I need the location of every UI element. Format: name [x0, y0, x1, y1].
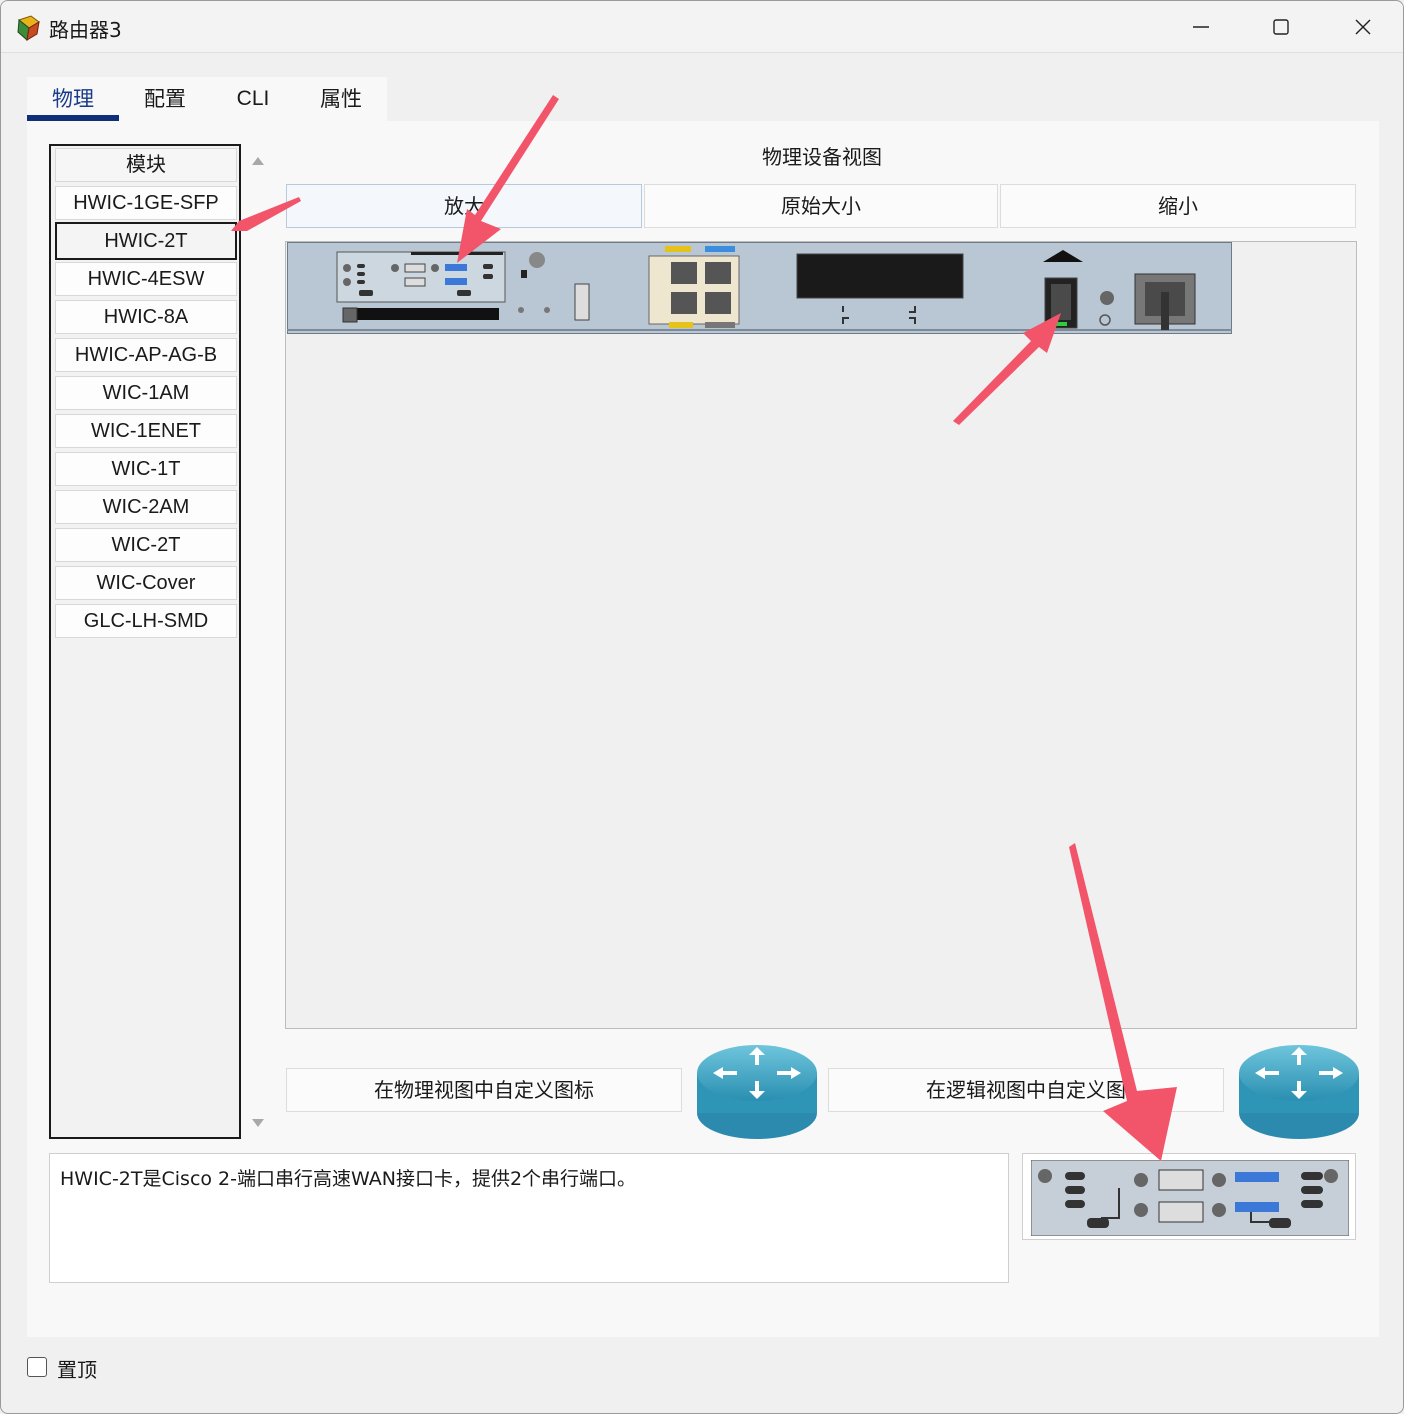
- scroll-down-icon[interactable]: [251, 1118, 265, 1128]
- module-item[interactable]: HWIC-8A: [55, 300, 237, 334]
- module-item[interactable]: HWIC-1GE-SFP: [55, 186, 237, 220]
- custom-logical-icon-button[interactable]: 在逻辑视图中自定义图: [828, 1068, 1224, 1112]
- physical-view-title: 物理设备视图: [762, 145, 882, 169]
- hwic-slot-1[interactable]: [336, 251, 506, 303]
- zoom-out-button[interactable]: 缩小: [1000, 184, 1356, 228]
- module-item-selected[interactable]: HWIC-2T: [55, 222, 237, 260]
- power-switch[interactable]: [1043, 250, 1083, 329]
- minimize-icon: [1193, 26, 1209, 28]
- module-item[interactable]: WIC-1AM: [55, 376, 237, 410]
- module-list-scrollbar[interactable]: [243, 144, 273, 1139]
- close-icon: [1355, 19, 1371, 35]
- router-chassis-image: [287, 242, 1232, 334]
- router-window: 路由器3 物理 配置 CLI 属性 模块 HWIC-1GE-SFP HWIC-2…: [0, 0, 1404, 1414]
- always-on-top-checkbox[interactable]: [27, 1357, 47, 1377]
- hwic-2t-card-image: [1031, 1160, 1349, 1236]
- original-size-button[interactable]: 原始大小: [644, 184, 998, 228]
- zoom-in-button[interactable]: 放大: [286, 184, 642, 228]
- module-item[interactable]: GLC-LH-SMD: [55, 604, 237, 638]
- tab-cli[interactable]: CLI: [211, 77, 295, 121]
- module-item[interactable]: HWIC-AP-AG-B: [55, 338, 237, 372]
- minimize-button[interactable]: [1161, 1, 1241, 53]
- tab-attributes[interactable]: 属性: [295, 77, 387, 121]
- module-item[interactable]: WIC-Cover: [55, 566, 237, 600]
- router-icon[interactable]: [1237, 1039, 1361, 1145]
- tab-config[interactable]: 配置: [119, 77, 211, 121]
- maximize-button[interactable]: [1241, 1, 1321, 53]
- scroll-up-icon[interactable]: [251, 156, 265, 166]
- ethernet-ports[interactable]: [648, 246, 740, 328]
- window-title: 路由器3: [49, 18, 122, 42]
- module-preview: [1022, 1153, 1356, 1240]
- module-item[interactable]: HWIC-4ESW: [55, 262, 237, 296]
- module-item[interactable]: WIC-2AM: [55, 490, 237, 524]
- tab-bar: 物理 配置 CLI 属性: [27, 77, 387, 121]
- router-icon[interactable]: [695, 1039, 819, 1145]
- close-button[interactable]: [1323, 1, 1403, 53]
- module-description: HWIC-2T是Cisco 2-端口串行高速WAN接口卡，提供2个串行端口。: [49, 1153, 1009, 1283]
- custom-physical-icon-button[interactable]: 在物理视图中自定义图标: [286, 1068, 682, 1112]
- always-on-top-label: 置顶: [57, 1358, 97, 1382]
- packet-tracer-app-icon: [17, 15, 40, 41]
- module-list-header: 模块: [55, 148, 237, 182]
- empty-slot[interactable]: [796, 253, 964, 299]
- module-list: 模块 HWIC-1GE-SFP HWIC-2T HWIC-4ESW HWIC-8…: [49, 144, 241, 1139]
- module-item[interactable]: WIC-1ENET: [55, 414, 237, 448]
- maximize-icon: [1273, 19, 1289, 35]
- module-item[interactable]: WIC-1T: [55, 452, 237, 486]
- module-item[interactable]: WIC-2T: [55, 528, 237, 562]
- physical-device-view: [285, 241, 1357, 1029]
- title-bar: 路由器3: [1, 1, 1403, 53]
